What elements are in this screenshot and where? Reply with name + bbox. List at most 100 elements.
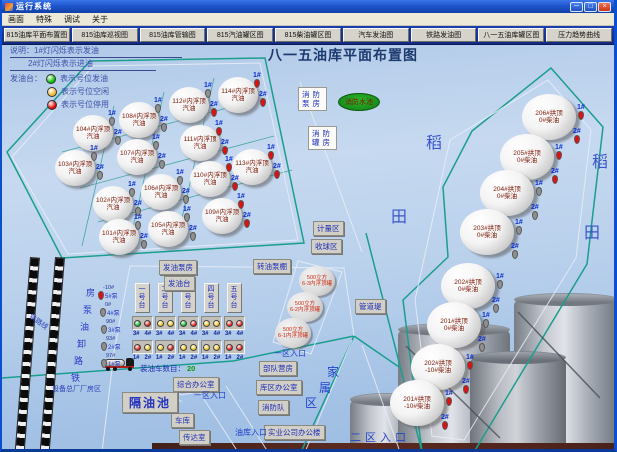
status-light-1# [134,344,141,351]
status-light-4# [213,320,220,327]
gas-tank-109: 109#内浮顶汽油1#2# [202,198,242,234]
legend-platform-label: 发油台： [10,73,42,84]
tank-label-line2: 汽油 [232,95,245,102]
tank-label-line2: 汽油 [183,105,196,112]
thermometer-icon [238,200,244,209]
light-label: 2# [237,355,244,361]
light-labels-top: 3#4# [202,331,220,337]
thermometer-icon [159,160,165,169]
indicator-label: 2# [189,225,197,232]
paddy-field-char-2: 田 [391,203,407,227]
indicator-label: 1# [152,134,160,141]
tank-101-indicator-2: 2# [140,233,148,249]
close-button[interactable]: × [598,2,611,12]
status-light-1# [180,344,187,351]
tank-113-indicator-1: 1# [267,144,275,160]
status-light-2# [236,344,243,351]
tank-label-line2: 汽油 [204,179,217,186]
light-panel-top [178,316,199,330]
tank-203-indicator-2: 2# [511,243,519,259]
light-panel-bottom [178,340,199,354]
indicator-label: 2# [511,243,519,250]
industry-company-office: 实业公司办公楼 [264,425,325,440]
tank-body: 500立方6-1内浮顶罐 [275,318,311,348]
pump-name: 3#泵 [108,325,121,334]
tank-body: 103#内浮顶汽油 [55,150,95,186]
toolbar-button-8[interactable]: 八一五油库罐区图 [478,28,544,42]
map-title: 八一五油库平面布置图 [268,45,418,65]
thermometer-icon [97,171,103,180]
toolbar-button-4[interactable]: 815汽油罐区图 [207,28,273,42]
indicator-label: 2# [478,336,486,343]
toolbar-button-3[interactable]: 815油库管输图 [140,28,206,42]
small-tank-3: 500立方6-1内浮顶罐 [275,318,311,348]
status-light-4# [144,320,151,327]
minimize-button[interactable]: ─ [570,2,583,12]
rail-pump-house-char-4: 卸 [77,337,86,350]
family-area-char-1: 家 [327,363,339,380]
tank-label-line2: -10#柴油 [404,403,430,411]
tank-label-line2: 汽油 [133,120,146,127]
toolbar-button-9[interactable]: 压力趋势曲线 [546,28,612,42]
legend-dot-green [46,74,56,84]
pump-icon [98,291,104,300]
oil-separation-pool: 隔油池 [122,392,178,413]
indicator-label: 1# [535,180,543,187]
toolbar-button-5[interactable]: 815柴油罐区图 [275,28,341,42]
tank-label-line1: 102#内浮顶 [96,197,130,204]
toolbar-button-6[interactable]: 汽车发油图 [343,28,409,42]
pump-row: 3#泵 [101,325,121,334]
tank-label-line1: 204#拱顶 [493,186,520,194]
truck-count: 装油车数目：20 [140,363,195,374]
indicator-label: 2# [273,163,281,170]
legend-line-1: 说明：1#灯闪烁表示发油 [10,45,182,58]
tank-label-line1: 105#内浮顶 [151,222,185,229]
menu-item-3[interactable]: 调试 [64,14,80,25]
garage: 车库 [171,413,194,428]
pump-icon [101,359,107,368]
toolbar-button-1[interactable]: 815油库平面布置图 [4,28,70,42]
diesel-tank-203: 203#拱顶0#柴油1#2# [460,209,514,255]
gas-tank-111: 111#内浮顶汽油1#2# [180,125,220,161]
toolbar-button-2[interactable]: 815油库巡视图 [72,28,138,42]
tank-body: 107#内浮顶汽油 [117,139,157,175]
menu-item-4[interactable]: 关于 [92,14,108,25]
menu-item-1[interactable]: 画面 [8,14,24,25]
legend-item-label: 表示号位空闲 [61,86,109,97]
status-light-2# [213,344,220,351]
thermometer-icon [141,240,147,249]
pump-row: 4#泵 [100,308,120,317]
paddy-field-char-3: 稻 [592,148,608,172]
thermometer-icon [268,151,274,160]
legend: 说明：1#灯闪烁表示发油 2#灯闪烁表示进油 发油台： 表示号位发油 表示号位空… [10,45,182,110]
toolbar-button-7[interactable]: 铁路发油图 [411,28,477,42]
light-label: 3# [225,331,232,337]
depot-entrance: 油库入口 [235,427,267,438]
paddy-field-char-4: 田 [584,219,600,243]
light-label: 2# [191,355,198,361]
tank-label-line1: 202#拱顶 [424,360,451,368]
app-window: 运行系统 ─ □ × 画面特殊调试关于 815油库平面布置图815油库巡视图81… [0,0,617,452]
tank-label-line2: 0#柴油 [539,117,559,125]
thermometer-icon [446,397,452,406]
menu-item-2[interactable]: 特殊 [36,14,52,25]
indicator-label: 1# [466,354,474,361]
light-panel-top [224,316,245,330]
light-panel-bottom [201,340,222,354]
indicator-label: 2# [231,175,239,182]
tank-label-line2: 汽油 [69,168,82,175]
tank-107-indicator-1: 1# [152,134,160,150]
tank-105-indicator-1: 1# [183,206,191,222]
thermometer-icon [109,117,115,126]
thermometer-icon [222,146,228,155]
pump-name: 1#泵 [108,359,121,368]
window-title: 运行系统 [16,1,52,12]
gas-tank-102: 102#内浮顶汽油1#2# [93,186,133,222]
rail-pump-house-char-2: 泵 [83,303,92,316]
tank-label-line1: 108#内浮顶 [122,113,156,120]
tank-label-line1: 201#拱顶 [440,318,467,326]
maximize-button[interactable]: □ [584,2,597,12]
loading-platform-1: 一号台3#4#1#2# [131,283,153,361]
tank-body: 201#拱顶0#柴油 [427,302,481,348]
light-label: 1# [156,355,163,361]
